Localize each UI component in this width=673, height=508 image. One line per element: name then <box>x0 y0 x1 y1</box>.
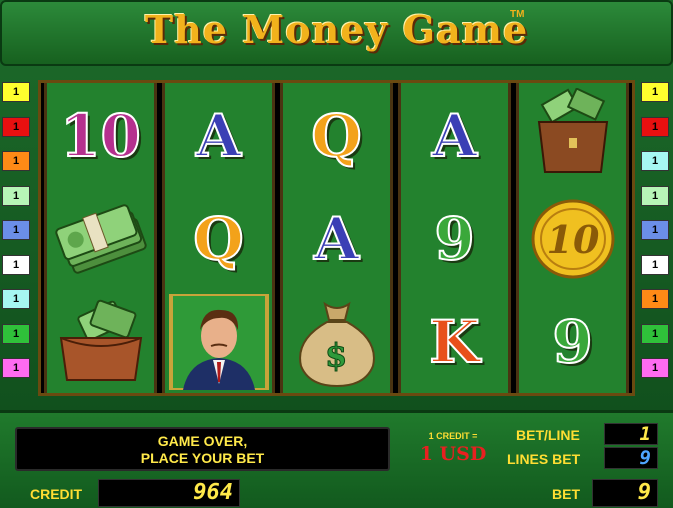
lines-bet-display: 9 <box>604 447 658 469</box>
line-marker: 1 <box>641 358 669 378</box>
game-title: The Money Game <box>144 7 529 52</box>
reel-symbol: Q <box>165 187 272 290</box>
gold-coin-symbol: 10 <box>531 199 614 278</box>
title-bar: The Money Game TM <box>0 0 673 66</box>
line-marker: 1 <box>2 151 30 171</box>
line-marker: 1 <box>641 82 669 102</box>
message-line-2: PLACE YOUR BET <box>140 450 265 466</box>
line-marker: 1 <box>2 82 30 102</box>
credit-display: 964 <box>98 479 240 507</box>
reel-3: Q A $ <box>280 83 393 393</box>
line-marker: 1 <box>641 220 669 240</box>
bet-line-label: BET/LINE <box>516 427 580 443</box>
control-panel: GAME OVER, PLACE YOUR BET 1 CREDIT = 1 U… <box>0 410 673 508</box>
line-marker: 1 <box>2 323 30 344</box>
credit-rate-value: 1 USD <box>419 443 487 465</box>
cash-stack-symbol <box>54 203 147 274</box>
wallet-symbol <box>59 299 142 381</box>
reel-symbol <box>47 290 154 393</box>
reel-symbol: $ <box>283 290 390 393</box>
symbol-q: Q <box>310 101 363 171</box>
reel-2: AQ <box>162 83 275 393</box>
reel-5: 10 9 <box>516 83 629 393</box>
slot-machine: The Money Game TM 1 1 1 1 1 1 1 1 1 1 1 1 1 1 1 1 1 1 10… <box>0 0 673 508</box>
message-line-1: GAME OVER, <box>157 433 248 449</box>
coin-value: 10 <box>546 217 599 262</box>
reel-symbol: A <box>165 84 272 187</box>
trademark-mark: TM <box>510 9 525 20</box>
line-marker: 1 <box>641 289 669 309</box>
reel-symbol: A <box>283 187 390 290</box>
reel-symbol <box>165 290 272 393</box>
reel-symbol: 10 <box>519 187 626 290</box>
line-marker: 1 <box>2 220 30 240</box>
reel-symbol: 9 <box>401 187 508 290</box>
line-marker: 1 <box>2 289 30 309</box>
line-marker: 1 <box>2 358 30 378</box>
money-briefcase-symbol <box>537 87 608 173</box>
credit-label: CREDIT <box>30 486 83 502</box>
symbol-a: A <box>431 101 478 171</box>
line-marker: 1 <box>641 151 669 171</box>
message-display: GAME OVER, PLACE YOUR BET <box>15 427 390 471</box>
reel-symbol <box>47 187 154 290</box>
symbol-k: K <box>428 307 480 377</box>
line-marker: 1 <box>2 185 30 206</box>
reel-1: 10 <box>44 83 157 393</box>
businessman-symbol <box>168 293 269 390</box>
line-marker: 1 <box>2 254 30 275</box>
reel-4: A 9 K <box>398 83 511 393</box>
bet-line-display: 1 <box>604 423 658 445</box>
symbol-10: 10 <box>59 101 142 171</box>
line-marker: 1 <box>2 116 30 137</box>
reel-symbol: K <box>401 290 508 393</box>
symbol-9: 9 <box>433 204 475 274</box>
credit-rate: 1 CREDIT = 1 USD <box>408 431 498 465</box>
reel-symbol: 9 <box>519 290 626 393</box>
line-marker: 1 <box>641 185 669 206</box>
symbol-q: Q <box>192 204 245 274</box>
reel-symbol: 10 <box>47 84 154 187</box>
line-marker: 1 <box>641 116 669 137</box>
lines-bet-label: LINES BET <box>507 451 581 467</box>
money-bag-symbol: $ <box>298 301 375 387</box>
bet-display: 9 <box>592 479 658 507</box>
credit-rate-label: 1 CREDIT = <box>428 431 478 441</box>
svg-text:$: $ <box>325 336 347 374</box>
reel-symbol: A <box>401 84 508 187</box>
symbol-a: A <box>195 101 242 171</box>
symbol-9: 9 <box>551 307 593 377</box>
bet-label: BET <box>552 486 580 502</box>
line-marker: 1 <box>641 254 669 275</box>
reel-symbol: Q <box>283 84 390 187</box>
symbol-a: A <box>313 204 360 274</box>
reel-symbol <box>519 84 626 187</box>
reels-area: 10 A Q Q A $ A 9 K 10 9 <box>38 80 635 396</box>
line-marker: 1 <box>641 323 669 344</box>
